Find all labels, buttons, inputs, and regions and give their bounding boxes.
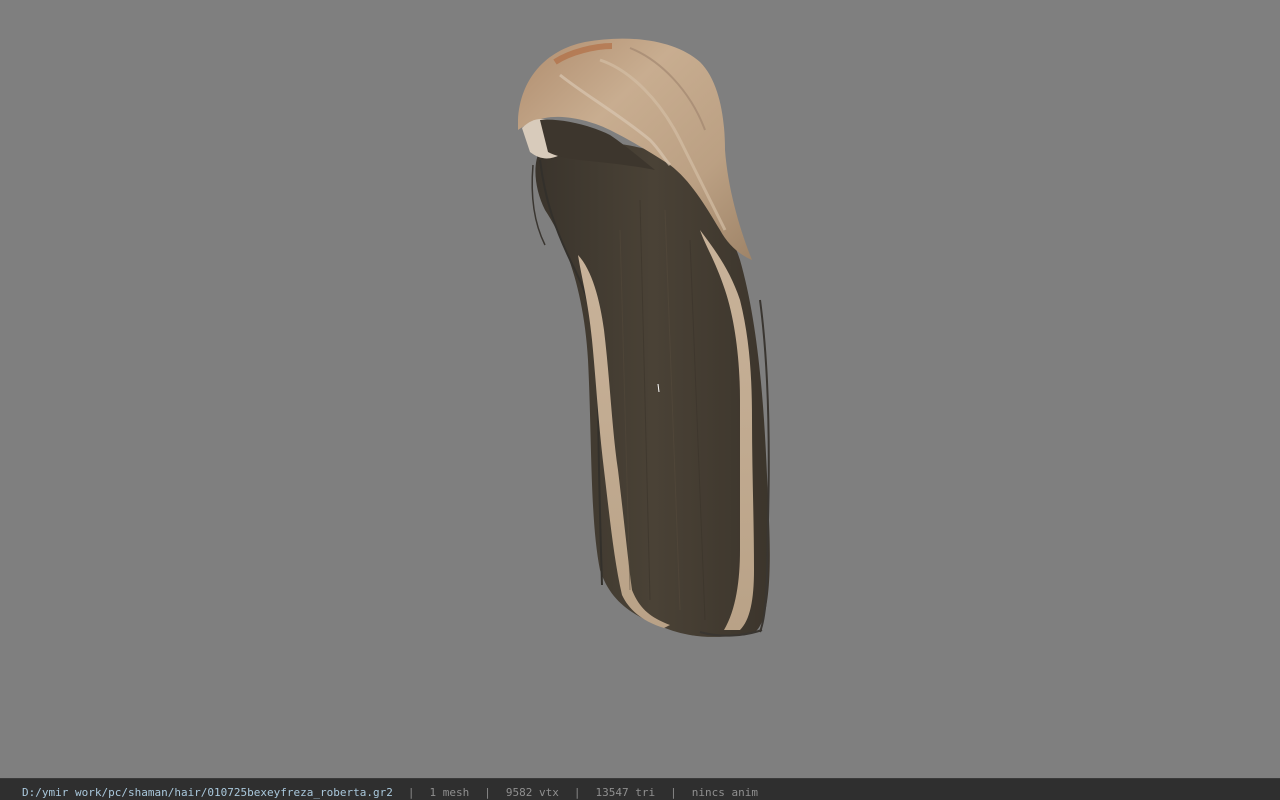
triangle-count: 13547 tri (595, 786, 656, 799)
separator: | (573, 786, 581, 799)
separator: | (407, 786, 415, 799)
file-path: D:/ymir work/pc/shaman/hair/010725bexeyf… (22, 786, 393, 799)
3d-viewport[interactable] (0, 0, 1280, 778)
hair-model[interactable] (0, 0, 1280, 778)
separator: | (484, 786, 491, 799)
status-bar: D:/ymir work/pc/shaman/hair/010725bexeyf… (0, 778, 1280, 800)
vertex-count: 9582 vtx (505, 786, 559, 799)
anim-status: nincs anim (691, 786, 758, 799)
mesh-count: 1 mesh (429, 786, 470, 799)
separator: | (670, 786, 677, 799)
